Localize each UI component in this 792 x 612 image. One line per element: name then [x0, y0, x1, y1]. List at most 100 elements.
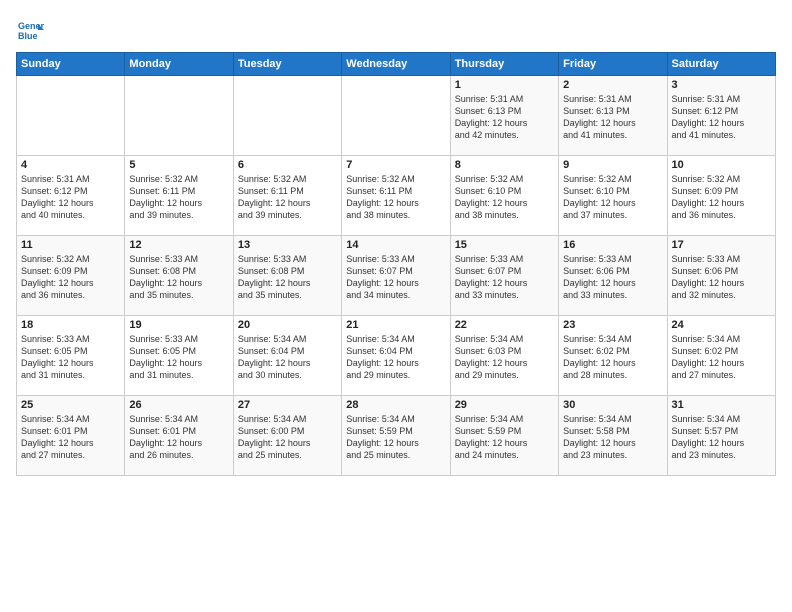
page-header: General Blue [16, 16, 776, 44]
day-info: Sunrise: 5:33 AM Sunset: 6:06 PM Dayligh… [672, 253, 771, 302]
day-cell [233, 76, 341, 156]
day-info: Sunrise: 5:34 AM Sunset: 6:00 PM Dayligh… [238, 413, 337, 462]
day-cell: 31 Sunrise: 5:34 AM Sunset: 5:57 PM Dayli… [667, 396, 775, 476]
day-number: 17 [672, 239, 771, 251]
day-cell: 28 Sunrise: 5:34 AM Sunset: 5:59 PM Dayli… [342, 396, 450, 476]
day-cell: 20 Sunrise: 5:34 AM Sunset: 6:04 PM Dayli… [233, 316, 341, 396]
day-info: Sunrise: 5:31 AM Sunset: 6:12 PM Dayligh… [672, 93, 771, 142]
day-number: 7 [346, 159, 445, 171]
week-row-1: 1 Sunrise: 5:31 AM Sunset: 6:13 PM Daylig… [17, 76, 776, 156]
day-info: Sunrise: 5:34 AM Sunset: 5:58 PM Dayligh… [563, 413, 662, 462]
header-cell-friday: Friday [559, 53, 667, 76]
day-info: Sunrise: 5:34 AM Sunset: 5:59 PM Dayligh… [455, 413, 554, 462]
day-number: 18 [21, 319, 120, 331]
day-info: Sunrise: 5:32 AM Sunset: 6:09 PM Dayligh… [21, 253, 120, 302]
day-cell: 14Sunrise: 5:33 AM Sunset: 6:07 PM Dayli… [342, 236, 450, 316]
day-info: Sunrise: 5:33 AM Sunset: 6:07 PM Dayligh… [455, 253, 554, 302]
day-number: 19 [129, 319, 228, 331]
day-cell: 1 Sunrise: 5:31 AM Sunset: 6:13 PM Daylig… [450, 76, 558, 156]
day-cell: 22 Sunrise: 5:34 AM Sunset: 6:03 PM Dayli… [450, 316, 558, 396]
day-cell: 10 Sunrise: 5:32 AM Sunset: 6:09 PM Dayli… [667, 156, 775, 236]
day-number: 26 [129, 399, 228, 411]
day-number: 23 [563, 319, 662, 331]
day-number: 2 [563, 79, 662, 91]
day-info: Sunrise: 5:31 AM Sunset: 6:13 PM Dayligh… [563, 93, 662, 142]
day-info: Sunrise: 5:33 AM Sunset: 6:08 PM Dayligh… [129, 253, 228, 302]
day-cell: 6 Sunrise: 5:32 AM Sunset: 6:11 PM Daylig… [233, 156, 341, 236]
day-number: 16 [563, 239, 662, 251]
header-cell-saturday: Saturday [667, 53, 775, 76]
day-info: Sunrise: 5:31 AM Sunset: 6:13 PM Dayligh… [455, 93, 554, 142]
day-info: Sunrise: 5:34 AM Sunset: 6:04 PM Dayligh… [346, 333, 445, 382]
day-info: Sunrise: 5:32 AM Sunset: 6:10 PM Dayligh… [455, 173, 554, 222]
day-info: Sunrise: 5:31 AM Sunset: 6:12 PM Dayligh… [21, 173, 120, 222]
day-cell: 11 Sunrise: 5:32 AM Sunset: 6:09 PM Dayli… [17, 236, 125, 316]
day-number: 14 [346, 239, 445, 251]
day-number: 9 [563, 159, 662, 171]
day-cell: 27Sunrise: 5:34 AM Sunset: 6:00 PM Dayli… [233, 396, 341, 476]
day-info: Sunrise: 5:32 AM Sunset: 6:09 PM Dayligh… [672, 173, 771, 222]
header-cell-tuesday: Tuesday [233, 53, 341, 76]
day-cell: 12 Sunrise: 5:33 AM Sunset: 6:08 PM Dayli… [125, 236, 233, 316]
header-cell-thursday: Thursday [450, 53, 558, 76]
day-cell: 25 Sunrise: 5:34 AM Sunset: 6:01 PM Dayli… [17, 396, 125, 476]
day-info: Sunrise: 5:32 AM Sunset: 6:11 PM Dayligh… [129, 173, 228, 222]
day-cell: 15 Sunrise: 5:33 AM Sunset: 6:07 PM Dayli… [450, 236, 558, 316]
day-number: 24 [672, 319, 771, 331]
day-info: Sunrise: 5:34 AM Sunset: 6:02 PM Dayligh… [672, 333, 771, 382]
day-info: Sunrise: 5:33 AM Sunset: 6:05 PM Dayligh… [21, 333, 120, 382]
day-number: 31 [672, 399, 771, 411]
day-number: 11 [21, 239, 120, 251]
day-number: 4 [21, 159, 120, 171]
day-cell [17, 76, 125, 156]
week-row-4: 18 Sunrise: 5:33 AM Sunset: 6:05 PM Dayli… [17, 316, 776, 396]
day-number: 21 [346, 319, 445, 331]
day-cell: 18 Sunrise: 5:33 AM Sunset: 6:05 PM Dayli… [17, 316, 125, 396]
header-row: SundayMondayTuesdayWednesdayThursdayFrid… [17, 53, 776, 76]
day-info: Sunrise: 5:34 AM Sunset: 5:59 PM Dayligh… [346, 413, 445, 462]
day-info: Sunrise: 5:33 AM Sunset: 6:05 PM Dayligh… [129, 333, 228, 382]
day-number: 29 [455, 399, 554, 411]
day-info: Sunrise: 5:33 AM Sunset: 6:06 PM Dayligh… [563, 253, 662, 302]
day-info: Sunrise: 5:34 AM Sunset: 6:03 PM Dayligh… [455, 333, 554, 382]
day-number: 22 [455, 319, 554, 331]
day-cell: 16 Sunrise: 5:33 AM Sunset: 6:06 PM Dayli… [559, 236, 667, 316]
logo-icon: General Blue [16, 16, 44, 44]
day-cell: 8 Sunrise: 5:32 AM Sunset: 6:10 PM Daylig… [450, 156, 558, 236]
day-cell: 30 Sunrise: 5:34 AM Sunset: 5:58 PM Dayli… [559, 396, 667, 476]
day-cell: 17 Sunrise: 5:33 AM Sunset: 6:06 PM Dayli… [667, 236, 775, 316]
day-cell [342, 76, 450, 156]
day-number: 15 [455, 239, 554, 251]
day-number: 12 [129, 239, 228, 251]
day-number: 1 [455, 79, 554, 91]
day-number: 3 [672, 79, 771, 91]
day-cell: 19 Sunrise: 5:33 AM Sunset: 6:05 PM Dayli… [125, 316, 233, 396]
day-info: Sunrise: 5:34 AM Sunset: 6:02 PM Dayligh… [563, 333, 662, 382]
day-cell: 5Sunrise: 5:32 AM Sunset: 6:11 PM Daylig… [125, 156, 233, 236]
day-info: Sunrise: 5:34 AM Sunset: 6:01 PM Dayligh… [129, 413, 228, 462]
day-number: 6 [238, 159, 337, 171]
day-number: 30 [563, 399, 662, 411]
day-info: Sunrise: 5:32 AM Sunset: 6:11 PM Dayligh… [238, 173, 337, 222]
day-cell: 21 Sunrise: 5:34 AM Sunset: 6:04 PM Dayli… [342, 316, 450, 396]
day-cell: 26 Sunrise: 5:34 AM Sunset: 6:01 PM Dayli… [125, 396, 233, 476]
day-cell: 9Sunrise: 5:32 AM Sunset: 6:10 PM Daylig… [559, 156, 667, 236]
day-cell: 7 Sunrise: 5:32 AM Sunset: 6:11 PM Daylig… [342, 156, 450, 236]
day-number: 28 [346, 399, 445, 411]
day-cell: 4 Sunrise: 5:31 AM Sunset: 6:12 PM Daylig… [17, 156, 125, 236]
day-number: 25 [21, 399, 120, 411]
day-info: Sunrise: 5:34 AM Sunset: 6:04 PM Dayligh… [238, 333, 337, 382]
day-info: Sunrise: 5:34 AM Sunset: 5:57 PM Dayligh… [672, 413, 771, 462]
day-info: Sunrise: 5:33 AM Sunset: 6:08 PM Dayligh… [238, 253, 337, 302]
day-info: Sunrise: 5:32 AM Sunset: 6:11 PM Dayligh… [346, 173, 445, 222]
day-info: Sunrise: 5:34 AM Sunset: 6:01 PM Dayligh… [21, 413, 120, 462]
day-number: 10 [672, 159, 771, 171]
day-cell: 3 Sunrise: 5:31 AM Sunset: 6:12 PM Daylig… [667, 76, 775, 156]
svg-text:Blue: Blue [18, 31, 38, 41]
header-cell-monday: Monday [125, 53, 233, 76]
day-cell: 24 Sunrise: 5:34 AM Sunset: 6:02 PM Dayli… [667, 316, 775, 396]
day-cell: 2 Sunrise: 5:31 AM Sunset: 6:13 PM Daylig… [559, 76, 667, 156]
day-number: 8 [455, 159, 554, 171]
day-number: 20 [238, 319, 337, 331]
day-number: 13 [238, 239, 337, 251]
